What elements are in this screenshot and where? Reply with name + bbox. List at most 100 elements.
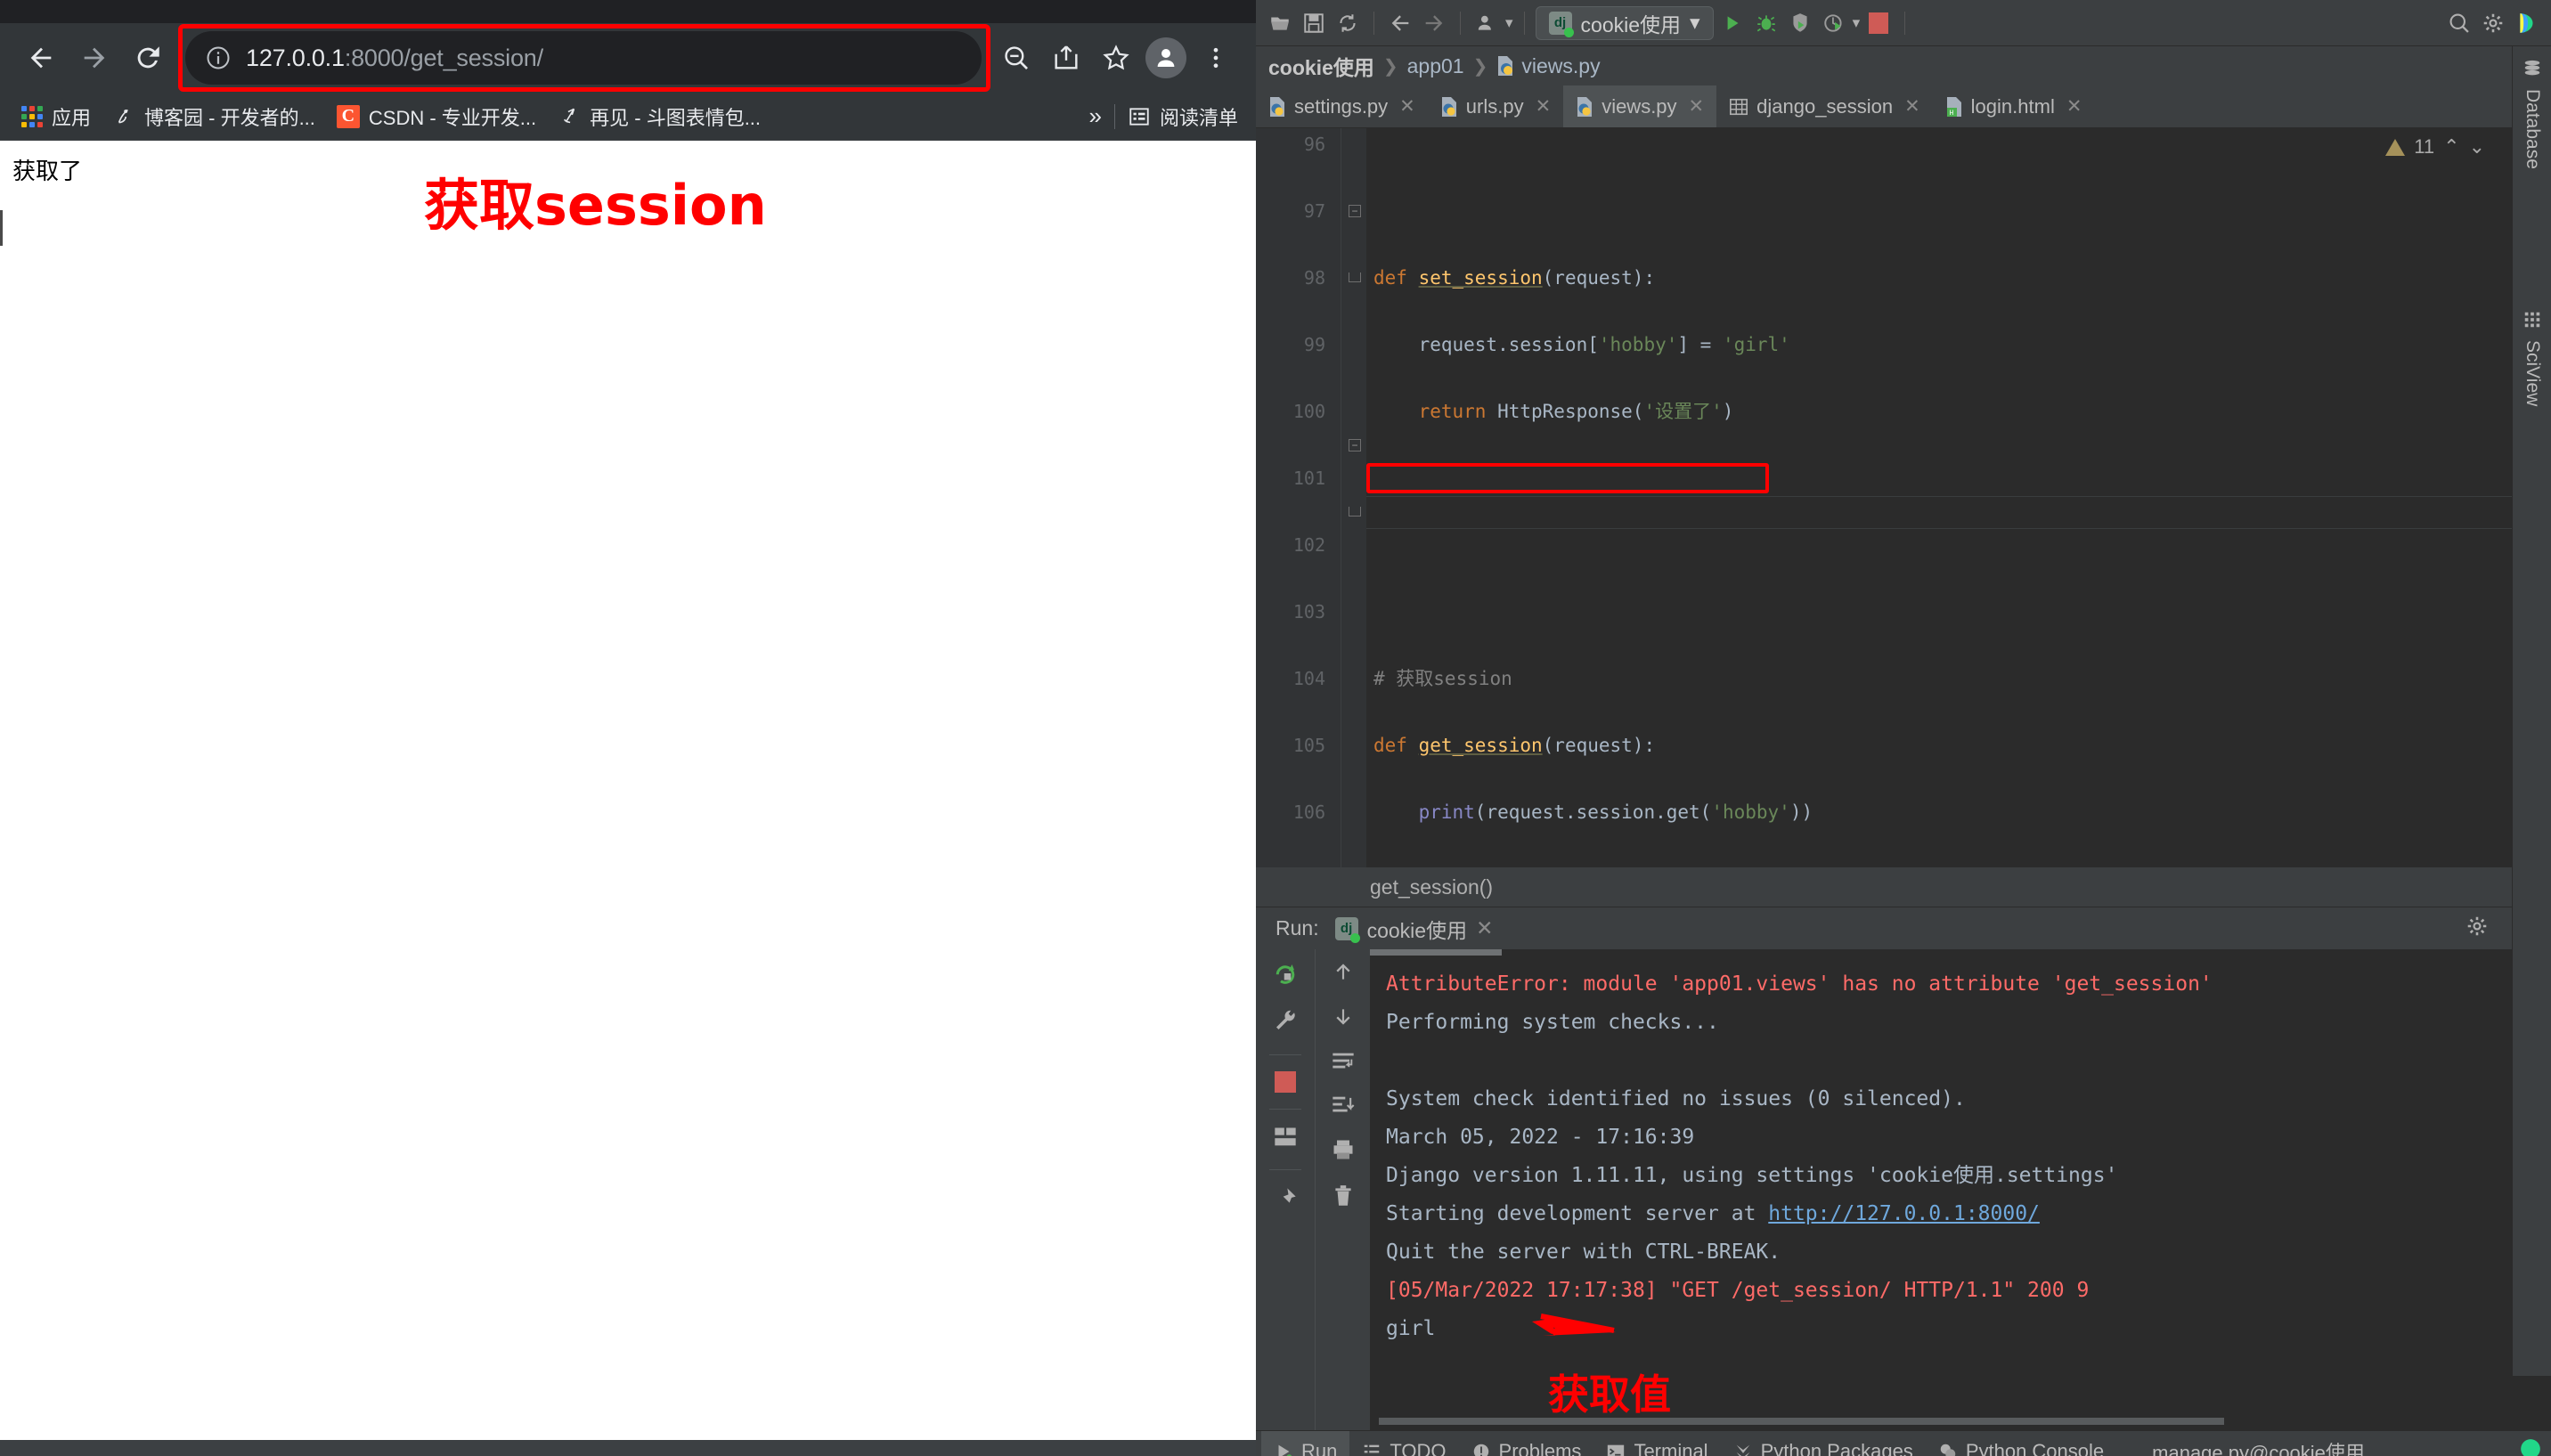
bottom-tool-python-console[interactable]: Python Console: [1926, 1431, 2116, 1456]
code-text: return HttpResponse('设置了'): [1418, 401, 1734, 422]
chevron-down-icon[interactable]: ▾: [1505, 14, 1513, 32]
code-line[interactable]: 100 return HttpResponse('设置了'): [1256, 395, 2551, 429]
right-tool-database[interactable]: Database: [2513, 46, 2551, 182]
editor-breadcrumb[interactable]: get_session(): [1256, 867, 2551, 907]
breadcrumb-project[interactable]: cookie使用: [1268, 51, 1374, 81]
profile-button[interactable]: [1819, 8, 1849, 38]
bookmark-csdn[interactable]: C CSDN - 专业开发...: [328, 98, 545, 135]
sync-button[interactable]: [1333, 8, 1363, 38]
tab-urls-py[interactable]: urls.py ✕: [1428, 85, 1563, 127]
save-all-button[interactable]: [1299, 8, 1329, 38]
code-editor[interactable]: 11 ⌃ ⌄ 96 97 98 def set_session(request): −9…: [1256, 128, 2551, 867]
tab-settings-py[interactable]: settings.py ✕: [1256, 85, 1428, 127]
bookmark-apps[interactable]: 应用: [12, 98, 100, 135]
run-settings-button[interactable]: [2465, 915, 2489, 943]
console-line: March 05, 2022 - 17:16:39: [1386, 1126, 1695, 1149]
code-line[interactable]: 99 request.session['hobby'] = 'girl': [1256, 329, 2551, 362]
bookmark-label: CSDN - 专业开发...: [368, 106, 537, 129]
clear-all-button[interactable]: [1332, 1184, 1355, 1213]
prev-occurrence-button[interactable]: [1332, 960, 1355, 988]
pycharm-status-logo[interactable]: [2519, 1437, 2551, 1456]
console-horizontal-scrollbar[interactable]: [1379, 1418, 2521, 1425]
run-with-coverage-button[interactable]: [1785, 8, 1815, 38]
pycharm-logo[interactable]: [2512, 8, 2542, 38]
code-line[interactable]: 104 # 获取session: [1256, 663, 2551, 696]
forward-button[interactable]: [69, 33, 119, 83]
tab-close-icon[interactable]: ✕: [1904, 95, 1920, 118]
layout-button[interactable]: [1273, 1126, 1298, 1153]
bottom-tool-todo[interactable]: TODO: [1349, 1431, 1458, 1456]
code-line[interactable]: 105 def get_session(request):: [1256, 729, 2551, 763]
bottom-tool-python-packages[interactable]: Python Packages: [1721, 1431, 1926, 1456]
code-line[interactable]: 97: [1256, 195, 2551, 229]
rerun-button[interactable]: [1272, 960, 1299, 991]
navigate-forward-button[interactable]: [1419, 8, 1449, 38]
code-line[interactable]: 107 return HttpResponse('获取了'): [1256, 863, 2551, 867]
tab-close-icon[interactable]: ✕: [2066, 95, 2082, 118]
tab-close-icon[interactable]: ✕: [1536, 95, 1552, 118]
search-everywhere-button[interactable]: [2444, 8, 2474, 38]
navigate-back-button[interactable]: [1385, 8, 1415, 38]
tab-close-icon[interactable]: ✕: [1399, 95, 1415, 118]
stop-process-button[interactable]: [1275, 1071, 1296, 1093]
address-bar[interactable]: 127.0.0.1:8000/get_session/: [185, 31, 982, 85]
edit-configuration-button[interactable]: [1272, 1007, 1299, 1038]
next-occurrence-button[interactable]: [1332, 1005, 1355, 1033]
tab-close-icon[interactable]: ✕: [1689, 95, 1705, 118]
run-tab-close-icon[interactable]: ✕: [1476, 916, 1493, 940]
code-line[interactable]: 96: [1256, 128, 2551, 162]
bottom-tool-manage-py[interactable]: manage.py@cookie使用: [2116, 1431, 2377, 1456]
debug-button[interactable]: [1751, 8, 1781, 38]
share-button[interactable]: [1042, 34, 1090, 82]
chevron-down-icon[interactable]: ▾: [1690, 11, 1700, 35]
chrome-menu-button[interactable]: [1192, 34, 1240, 82]
fold-end-icon[interactable]: [1349, 506, 1361, 517]
code-line[interactable]: 106 print(request.session.get('hobby')): [1256, 796, 2551, 830]
tab-django-session[interactable]: django_session ✕: [1716, 85, 1933, 127]
breadcrumb-app[interactable]: app01: [1407, 54, 1464, 78]
back-button[interactable]: [16, 33, 66, 83]
bookmark-doutu[interactable]: 再见 - 斗图表情包...: [549, 98, 770, 135]
soft-wrap-button[interactable]: [1331, 1051, 1356, 1077]
scroll-to-end-button[interactable]: [1331, 1094, 1356, 1120]
active-tab[interactable]: [0, 0, 1436, 23]
stop-button[interactable]: [1863, 8, 1894, 38]
zoom-out-button[interactable]: [992, 34, 1040, 82]
open-folder-button[interactable]: [1265, 8, 1295, 38]
console-link[interactable]: http://127.0.0.1:8000/: [1768, 1202, 2040, 1225]
tab-login-html[interactable]: H login.html ✕: [1933, 85, 2095, 127]
bookmarks-overflow-button[interactable]: »: [1089, 102, 1102, 130]
fold-collapse-icon[interactable]: −: [1349, 438, 1361, 451]
code-line[interactable]: 101: [1256, 462, 2551, 496]
info-circle-icon[interactable]: [205, 45, 232, 71]
run-configuration-selector[interactable]: dj cookie使用 ▾: [1535, 5, 1714, 40]
database-table-icon: [1730, 98, 1748, 115]
fold-end-icon[interactable]: [1349, 272, 1361, 282]
vcs-button[interactable]: [1471, 8, 1502, 38]
code-line[interactable]: 102: [1256, 529, 2551, 563]
reload-button[interactable]: [123, 33, 173, 83]
bookmark-cnblogs[interactable]: 博客园 - 开发者的...: [103, 98, 324, 135]
tab-views-py[interactable]: views.py ✕: [1563, 85, 1717, 127]
code-line[interactable]: 98 def set_session(request):: [1256, 262, 2551, 296]
run-button[interactable]: [1717, 8, 1748, 38]
fold-collapse-icon[interactable]: −: [1349, 205, 1361, 217]
console-line: Performing system checks...: [1386, 1011, 1719, 1034]
bottom-tool-problems[interactable]: Problems: [1459, 1431, 1594, 1456]
profile-button[interactable]: [1142, 34, 1190, 82]
browser-tabstrip[interactable]: [0, 0, 1436, 23]
run-console-output[interactable]: AttributeError: module 'app01.views' has…: [1370, 949, 2551, 1430]
sciview-grid-icon: [2524, 312, 2540, 328]
bottom-tool-run[interactable]: Run: [1261, 1430, 1350, 1456]
code-line[interactable]: 103: [1256, 596, 2551, 630]
bottom-tool-terminal[interactable]: Terminal: [1593, 1431, 1720, 1456]
chevron-down-icon[interactable]: ▾: [1853, 14, 1861, 32]
bookmark-button[interactable]: [1092, 34, 1140, 82]
settings-button[interactable]: [2478, 8, 2508, 38]
pin-tab-button[interactable]: [1273, 1186, 1298, 1216]
print-button[interactable]: [1331, 1138, 1356, 1166]
reading-list-button[interactable]: 阅读清单: [1128, 102, 1243, 131]
run-tab[interactable]: dj cookie使用 ✕: [1334, 914, 1493, 944]
breadcrumb-file[interactable]: views.py: [1496, 54, 1601, 78]
right-tool-sciview[interactable]: SciView: [2513, 297, 2551, 419]
